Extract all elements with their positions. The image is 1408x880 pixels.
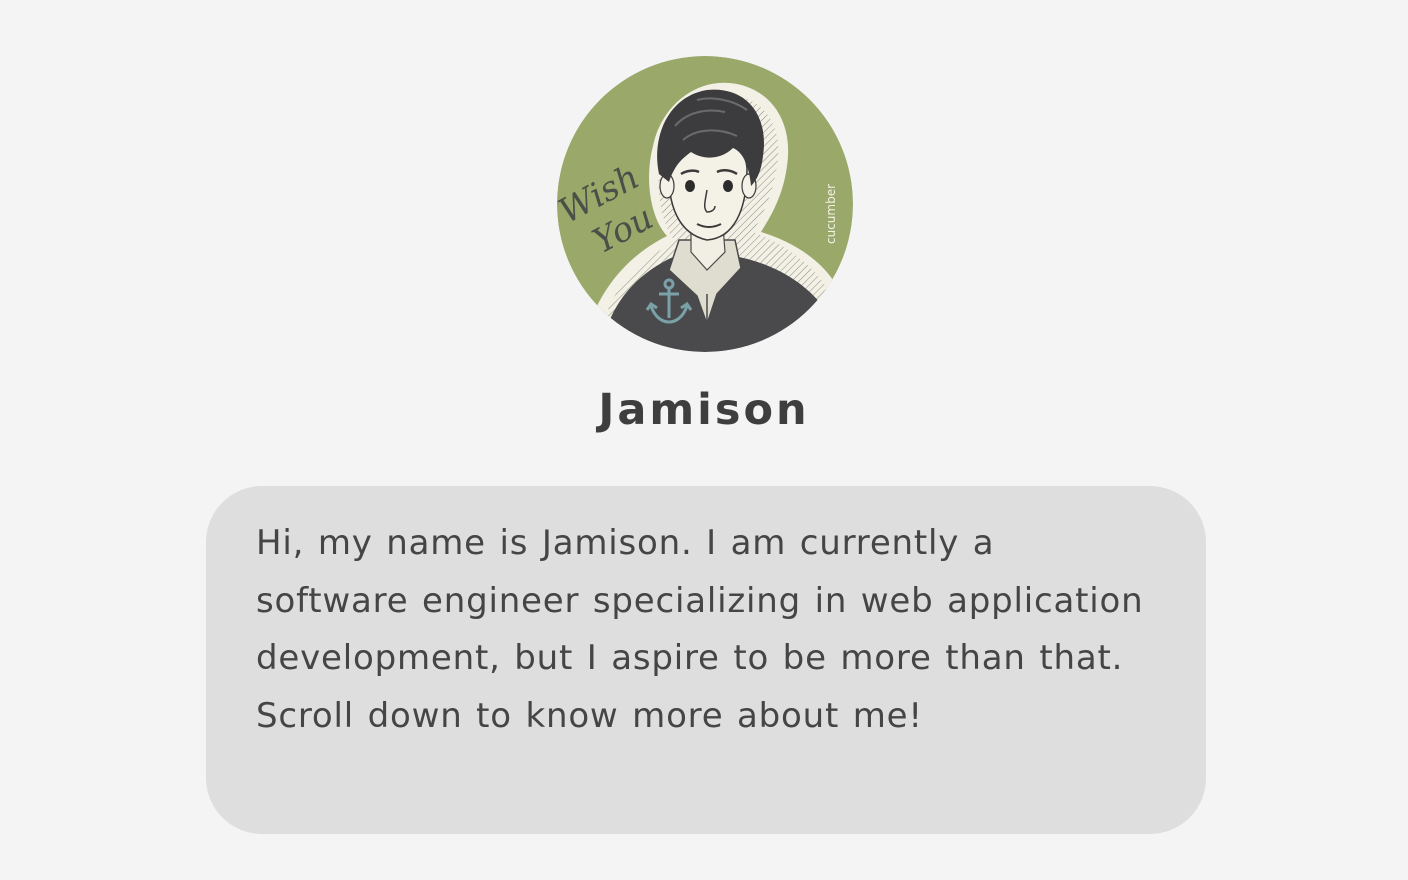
bio-text: Hi, my name is Jamison. I am currently a… xyxy=(256,523,1144,736)
profile-name: Jamison xyxy=(598,385,810,435)
avatar: Wish You cucumber xyxy=(557,56,853,352)
bio-card: Hi, my name is Jamison. I am currently a… xyxy=(206,486,1206,834)
avatar-signature: cucumber xyxy=(824,184,838,244)
avatar-illustration: Wish You cucumber xyxy=(557,56,853,352)
profile-page: Wish You cucumber Jamison Hi, my name is… xyxy=(0,0,1408,880)
